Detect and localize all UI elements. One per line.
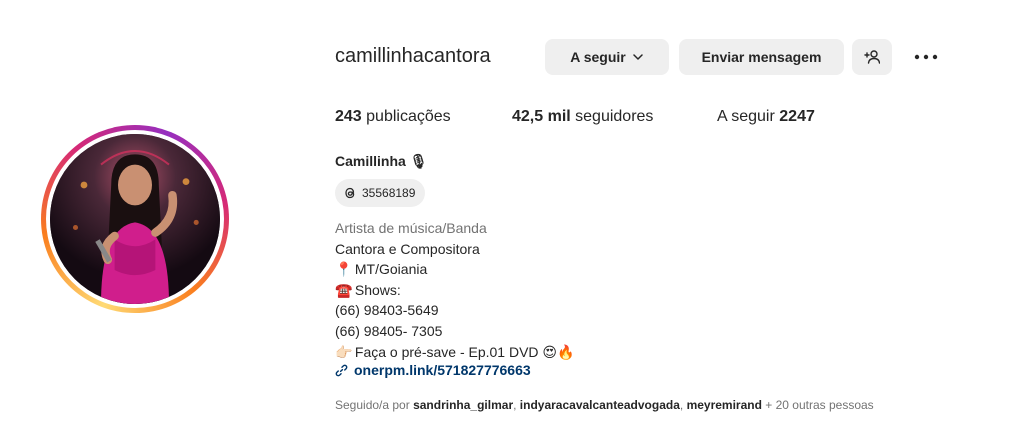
avatar-photo: [50, 134, 220, 304]
bio-link[interactable]: onerpm.link/571827776663: [335, 362, 531, 378]
followers-label: seguidores: [575, 108, 654, 125]
more-icon: [914, 54, 938, 60]
following-link[interactable]: A seguir 2247: [717, 108, 815, 126]
threads-badge[interactable]: 35568189: [335, 179, 426, 207]
following-dropdown-button[interactable]: A seguir: [545, 39, 669, 75]
mutual-follower: sandrinha_gilmar: [413, 398, 514, 412]
bio-phone: (66) 98403-5649: [335, 302, 439, 319]
microphone-emoji: 🎙: [409, 153, 428, 169]
send-message-label: Enviar mensagem: [701, 49, 822, 65]
mutual-follower: meyremirand: [686, 398, 762, 412]
pointing-hand-icon: 👉🏻: [335, 343, 353, 360]
full-name-text: Camillinha: [335, 153, 406, 169]
following-button-label: A seguir: [570, 49, 626, 65]
mutual-follower: indyaracavalcanteadvogada: [519, 398, 680, 412]
posts-count: 243 publicações: [335, 108, 451, 126]
link-icon: [335, 364, 348, 376]
bio-line: 📍 MT/Goiania: [335, 259, 574, 280]
phone-icon: ☎️: [335, 281, 353, 298]
send-message-button[interactable]: Enviar mensagem: [679, 39, 844, 75]
bio-line: ☎️ Shows:: [335, 280, 574, 301]
profile-bio: Artista de música/Banda Cantora e Compos…: [335, 218, 574, 362]
bio-category: Artista de música/Banda: [335, 220, 487, 236]
bio-line: 👉🏻 Faça o pré-save - Ep.01 DVD 😍🔥: [335, 342, 574, 363]
more-options-button[interactable]: [906, 39, 946, 75]
avatar-image: [50, 134, 220, 304]
followed-by[interactable]: Seguido/a por sandrinha_gilmar, indyarac…: [335, 398, 874, 412]
posts-label: publicações: [366, 108, 451, 125]
bio-link-text: onerpm.link/571827776663: [354, 362, 531, 378]
add-user-icon: [864, 50, 880, 64]
profile-username: camillinhacantora: [335, 45, 491, 67]
following-label: A seguir: [717, 108, 775, 125]
threads-icon: [345, 187, 355, 199]
others-count: + 20 outras pessoas: [765, 398, 874, 412]
suggest-users-button[interactable]: [852, 39, 892, 75]
threads-count: 35568189: [362, 186, 416, 200]
chevron-down-icon: [633, 54, 643, 60]
bio-phone: (66) 98405- 7305: [335, 322, 443, 339]
bio-line: Cantora e Compositora: [335, 240, 480, 257]
profile-full-name: Camillinha 🎙: [335, 153, 427, 170]
followers-value: 42,5 mil: [512, 108, 571, 125]
pin-icon: 📍: [335, 261, 353, 278]
posts-value: 243: [335, 108, 362, 125]
following-value: 2247: [779, 108, 815, 125]
followers-link[interactable]: 42,5 mil seguidores: [512, 108, 653, 126]
profile-avatar[interactable]: [41, 125, 229, 313]
